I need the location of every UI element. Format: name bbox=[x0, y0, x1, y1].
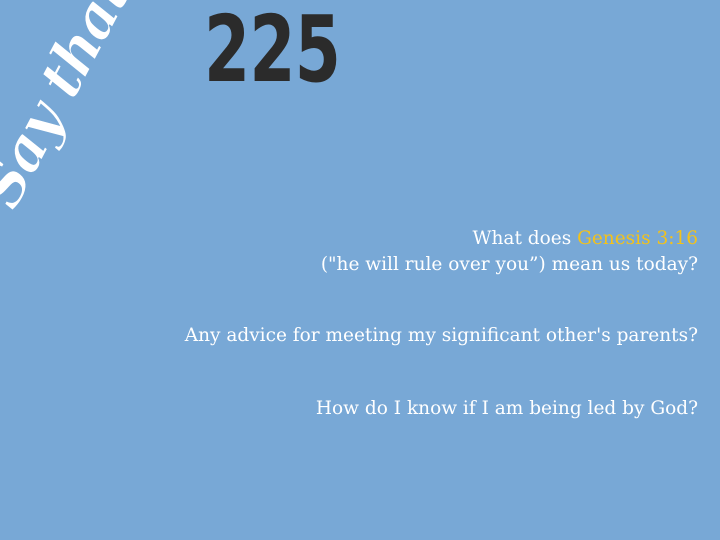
question-3: How do I know if I am being led by God? bbox=[315, 398, 698, 419]
question-1-prefix: What does bbox=[472, 228, 578, 249]
question-1-line-1: What does Genesis 3:16 bbox=[321, 226, 699, 252]
question-1: What does Genesis 3:16 ("he will rule ov… bbox=[321, 226, 698, 278]
say-that-logo: Say that! bbox=[0, 0, 156, 219]
question-2: Any advice for meeting my significant ot… bbox=[184, 325, 698, 346]
scripture-reference: Genesis 3:16 bbox=[577, 228, 698, 249]
slide: Say that! 225 What does Genesis 3:16 ("h… bbox=[0, 0, 720, 540]
question-1-line-2: ("he will rule over you”) mean us today? bbox=[320, 254, 698, 275]
logo-text: Say that! bbox=[0, 0, 155, 219]
episode-number: 225 bbox=[204, 0, 341, 103]
